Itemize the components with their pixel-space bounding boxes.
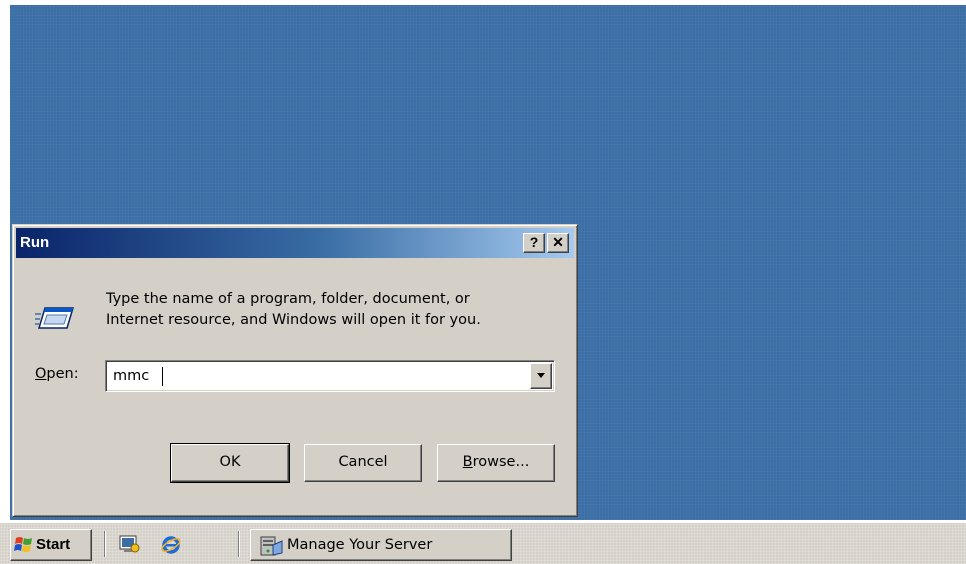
- browse-button[interactable]: Browse...: [437, 444, 555, 482]
- windows-logo-icon: [14, 537, 32, 552]
- run-icon: [35, 307, 75, 329]
- start-button[interactable]: Start: [10, 529, 92, 561]
- help-button[interactable]: ?: [523, 233, 545, 253]
- screen: Run ? ✕ Type the name of a program, fold…: [0, 0, 966, 564]
- ok-button[interactable]: OK: [170, 443, 290, 483]
- run-dialog: Run ? ✕ Type the name of a program, fold…: [12, 224, 578, 517]
- open-combobox[interactable]: [105, 360, 555, 392]
- dialog-title: Run: [20, 234, 50, 251]
- open-input[interactable]: [109, 364, 532, 388]
- open-label-rest: pen:: [46, 366, 79, 382]
- chevron-down-icon: [537, 373, 545, 378]
- description-line-2: Internet resource, and Windows will open…: [106, 312, 481, 328]
- open-label: Open:: [35, 366, 79, 382]
- start-label: Start: [36, 536, 71, 553]
- description-line-1: Type the name of a program, folder, docu…: [106, 291, 470, 307]
- taskbar-separator: [104, 531, 106, 557]
- show-desktop-icon[interactable]: [118, 533, 140, 555]
- internet-explorer-icon[interactable]: [160, 533, 182, 555]
- close-icon: ✕: [552, 234, 564, 250]
- task-label: Manage Your Server: [287, 537, 433, 553]
- description-text: Type the name of a program, folder, docu…: [106, 289, 546, 331]
- text-caret: [162, 367, 163, 386]
- dropdown-button[interactable]: [530, 363, 552, 389]
- taskbar-separator: [238, 531, 240, 557]
- open-label-accelerator: O: [35, 366, 47, 382]
- taskbar: Start Manage Your Server: [0, 522, 966, 564]
- task-button-manage-your-server[interactable]: Manage Your Server: [250, 529, 512, 561]
- close-button[interactable]: ✕: [547, 233, 569, 253]
- cancel-button[interactable]: Cancel: [304, 444, 422, 482]
- server-icon: [260, 536, 283, 556]
- title-bar[interactable]: Run ? ✕: [16, 228, 574, 258]
